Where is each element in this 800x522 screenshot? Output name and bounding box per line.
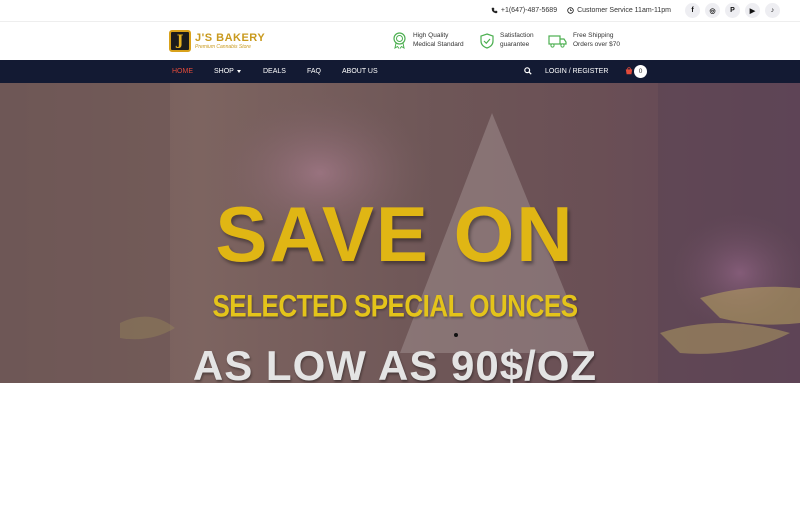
social-links: f ◎ P ▶ ♪ [685, 3, 780, 18]
logo-mark-icon: J [169, 30, 191, 52]
nav-faq[interactable]: FAQ [307, 60, 321, 83]
feature-satisfaction-line1: Satisfaction [500, 32, 534, 39]
service-hours-text: Customer Service 11am-11pm [577, 7, 671, 14]
nav-shop-label: SHOP [214, 68, 234, 75]
feature-satisfaction-line2: guarantee [500, 40, 530, 48]
phone-number: +1(647)-487-5689 [500, 7, 558, 14]
cart-count-badge: 0 [634, 65, 647, 78]
phone-icon [491, 7, 498, 14]
clock-icon [567, 7, 574, 14]
top-bar: +1(647)-487-5689 Customer Service 11am-1… [0, 0, 800, 21]
phone-contact[interactable]: +1(647)-487-5689 [491, 7, 557, 14]
hero-price-line: AS LOW AS 90$/OZ [192, 342, 598, 384]
hero-headline: SAVE ON [215, 190, 575, 278]
feature-quality: High Quality Medical Standard [392, 32, 464, 50]
tiktok-icon[interactable]: ♪ [765, 3, 780, 18]
feature-quality-line2: Medical Standard [413, 40, 464, 48]
nav-about[interactable]: ABOUT US [342, 60, 378, 83]
nav-deals[interactable]: DEALS [263, 60, 286, 83]
header: J J'S BAKERY Premium Cannabis Store High… [0, 21, 800, 60]
login-register-link[interactable]: LOGIN / REGISTER [545, 60, 608, 83]
truck-icon [548, 35, 567, 48]
instagram-icon[interactable]: ◎ [705, 3, 720, 18]
youtube-icon[interactable]: ▶ [745, 3, 760, 18]
service-hours: Customer Service 11am-11pm [567, 7, 671, 14]
site-logo[interactable]: J J'S BAKERY Premium Cannabis Store [169, 30, 265, 52]
page: +1(647)-487-5689 Customer Service 11am-1… [0, 0, 800, 522]
feature-shipping: Free Shipping Orders over $70 [548, 32, 620, 50]
feature-shipping-line2: Orders over $70 [573, 40, 620, 48]
hero-subheadline: SELECTED SPECIAL OUNCES [212, 287, 578, 324]
medal-icon [393, 32, 406, 50]
pinterest-icon[interactable]: P [725, 3, 740, 18]
search-icon [524, 67, 532, 75]
feature-shipping-line1: Free Shipping [573, 32, 614, 39]
main-nav: HOME SHOP DEALS FAQ ABOUT US LOGIN / REG… [0, 60, 800, 83]
cart-button[interactable] [625, 60, 633, 83]
cart-icon [625, 67, 633, 75]
feature-quality-line1: High Quality [413, 32, 449, 39]
feature-satisfaction: Satisfaction guarantee [480, 32, 534, 50]
hero-banner[interactable]: SAVE ON SELECTED SPECIAL OUNCES AS LOW A… [0, 83, 800, 383]
nav-home[interactable]: HOME [172, 60, 193, 83]
shield-check-icon [480, 33, 494, 49]
search-button[interactable] [524, 60, 532, 83]
logo-name: J'S BAKERY [195, 31, 266, 44]
facebook-icon[interactable]: f [685, 3, 700, 18]
logo-tagline: Premium Cannabis Store [195, 43, 251, 50]
nav-shop[interactable]: SHOP [214, 60, 241, 83]
slider-dot[interactable] [454, 333, 458, 337]
chevron-down-icon [236, 69, 241, 73]
